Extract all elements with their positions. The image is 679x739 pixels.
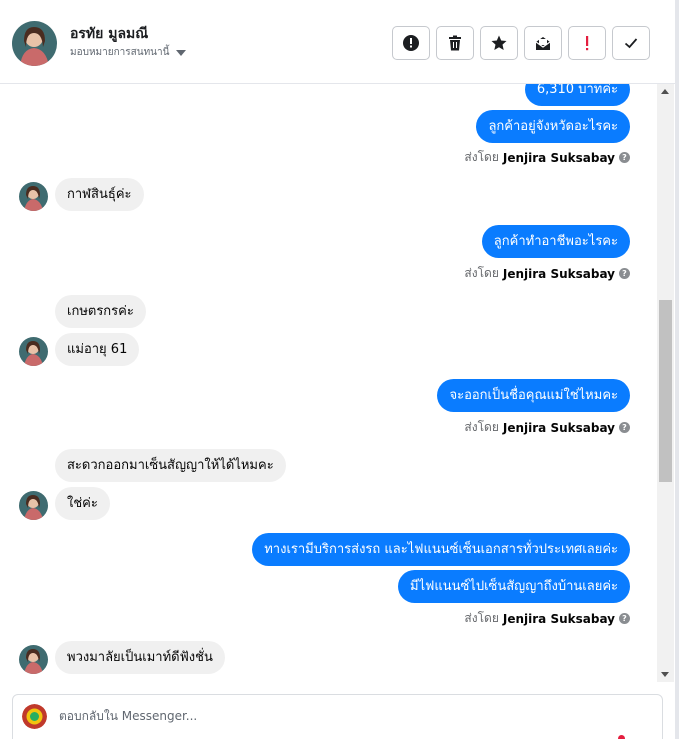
envelope-icon (535, 37, 551, 50)
message-bubble-incoming: สะดวกออกมาเซ็นสัญญาให้ได้ไหมคะ (55, 449, 286, 482)
sent-by-label: ส่งโดย Jenjira Suksabay? (464, 264, 630, 283)
sent-by-prefix: ส่งโดย (464, 150, 499, 164)
message-thread: 6,310 บาทค่ะ ลูกค้าอยู่จังหวัดอะไรคะ ส่ง… (0, 84, 675, 682)
report-button[interactable] (392, 26, 430, 60)
scroll-down-arrow-icon[interactable] (661, 672, 669, 677)
sent-by-label: ส่งโดย Jenjira Suksabay? (464, 148, 630, 167)
contact-name: อรทัย มูลมณี (70, 26, 149, 42)
message-bubble-incoming: พวงมาลัยเป็นเมาท์ดีฟังชั่น (55, 641, 225, 674)
message-bubble-incoming: แม่อายุ 61 (55, 333, 140, 366)
contact-avatar-small (19, 645, 48, 674)
info-icon[interactable]: ? (619, 268, 630, 279)
contact-avatar[interactable] (12, 21, 57, 66)
scrollbar-thumb[interactable] (659, 300, 672, 482)
agent-name: Jenjira Suksabay (502, 266, 615, 281)
star-icon (491, 35, 507, 50)
message-bubble-outgoing: มีไฟแนนซ์ไปเซ็นสัญญาถึงบ้านเลยค่ะ (398, 570, 630, 603)
sent-by-prefix: ส่งโดย (464, 611, 499, 625)
info-icon[interactable]: ? (619, 613, 630, 624)
sent-by-prefix: ส่งโดย (464, 266, 499, 280)
page-avatar (22, 704, 47, 729)
caret-down-icon (176, 49, 187, 56)
info-icon[interactable]: ? (619, 152, 630, 163)
done-button[interactable] (612, 26, 650, 60)
alert-circle-icon (403, 35, 419, 51)
checkmark-icon (624, 38, 638, 49)
composer-area (0, 682, 675, 694)
star-button[interactable] (480, 26, 518, 60)
message-bubble-outgoing: ลูกค้าอยู่จังหวัดอะไรคะ (476, 110, 630, 143)
assign-conversation-dropdown[interactable]: มอบหมายการสนทนานี้ (70, 45, 187, 60)
reply-composer[interactable] (12, 694, 663, 739)
contact-avatar-small (19, 337, 48, 366)
message-bubble-incoming: ใช่ค่ะ (55, 487, 110, 520)
contact-avatar-small (19, 491, 48, 520)
sent-by-label: ส่งโดย Jenjira Suksabay? (464, 609, 630, 628)
delete-button[interactable] (436, 26, 474, 60)
reply-input[interactable] (59, 709, 619, 723)
info-icon[interactable]: ? (619, 422, 630, 433)
message-bubble-outgoing: ทางเรามีบริการส่งรถ และไฟแนนซ์เซ็นเอกสาร… (252, 533, 630, 566)
agent-name: Jenjira Suksabay (502, 611, 615, 626)
spam-button[interactable] (568, 26, 606, 60)
conversation-header: อรทัย มูลมณี มอบหมายการสนทนานี้ (0, 0, 675, 84)
agent-name: Jenjira Suksabay (502, 420, 615, 435)
notification-dot-icon (618, 735, 625, 739)
panel-divider (675, 0, 679, 739)
message-bubble-outgoing: 6,310 บาทค่ะ (524, 84, 630, 106)
message-bubble-incoming: กาฬสินธุ์ค่ะ (55, 178, 144, 211)
message-thread-scrollbar[interactable] (657, 84, 674, 682)
agent-name: Jenjira Suksabay (502, 150, 615, 165)
exclamation-icon (586, 36, 589, 51)
sent-by-label: ส่งโดย Jenjira Suksabay? (464, 418, 630, 437)
message-bubble-outgoing: จะออกเป็นชื่อคุณแม่ใช่ไหมคะ (437, 379, 630, 412)
sent-by-prefix: ส่งโดย (464, 420, 499, 434)
message-bubble-incoming: เกษตรกรค่ะ (55, 295, 146, 328)
scroll-up-arrow-icon[interactable] (661, 89, 669, 94)
contact-avatar-small (19, 182, 48, 211)
conversation-toolbar (392, 26, 650, 60)
mark-unread-button[interactable] (524, 26, 562, 60)
trash-icon (449, 35, 461, 51)
message-bubble-outgoing: ลูกค้าทำอาชีพอะไรคะ (481, 225, 630, 258)
assign-label: มอบหมายการสนทนานี้ (70, 47, 170, 58)
